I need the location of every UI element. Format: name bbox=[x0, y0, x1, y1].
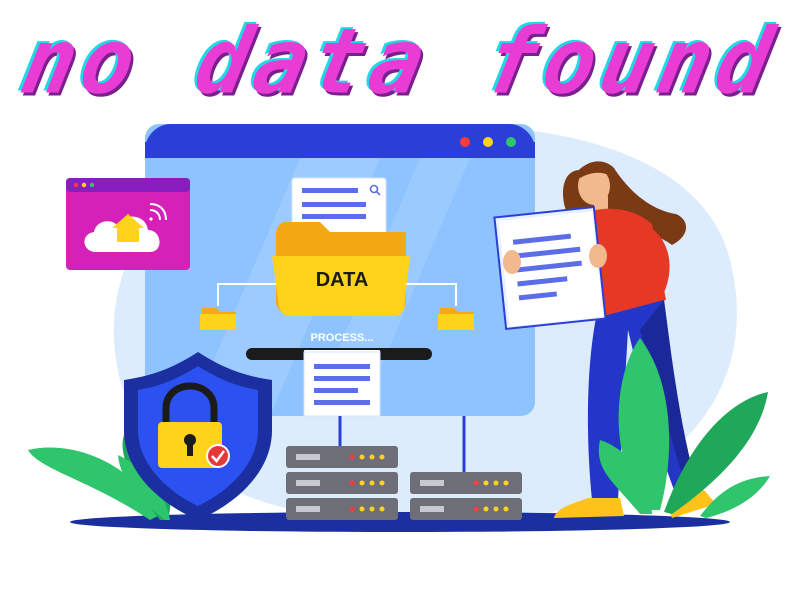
window-dot-red bbox=[460, 137, 470, 147]
illustration: DATA PROCESS... bbox=[28, 124, 770, 532]
cloud-card bbox=[66, 178, 190, 270]
window-dot-green bbox=[506, 137, 516, 147]
check-icon bbox=[206, 444, 230, 468]
held-document bbox=[493, 205, 607, 331]
folder-label: DATA bbox=[316, 269, 369, 291]
output-document bbox=[303, 351, 381, 417]
process-label: PROCESS... bbox=[311, 332, 374, 344]
window-dot-yellow bbox=[483, 137, 493, 147]
server-rack-icon bbox=[286, 446, 398, 520]
